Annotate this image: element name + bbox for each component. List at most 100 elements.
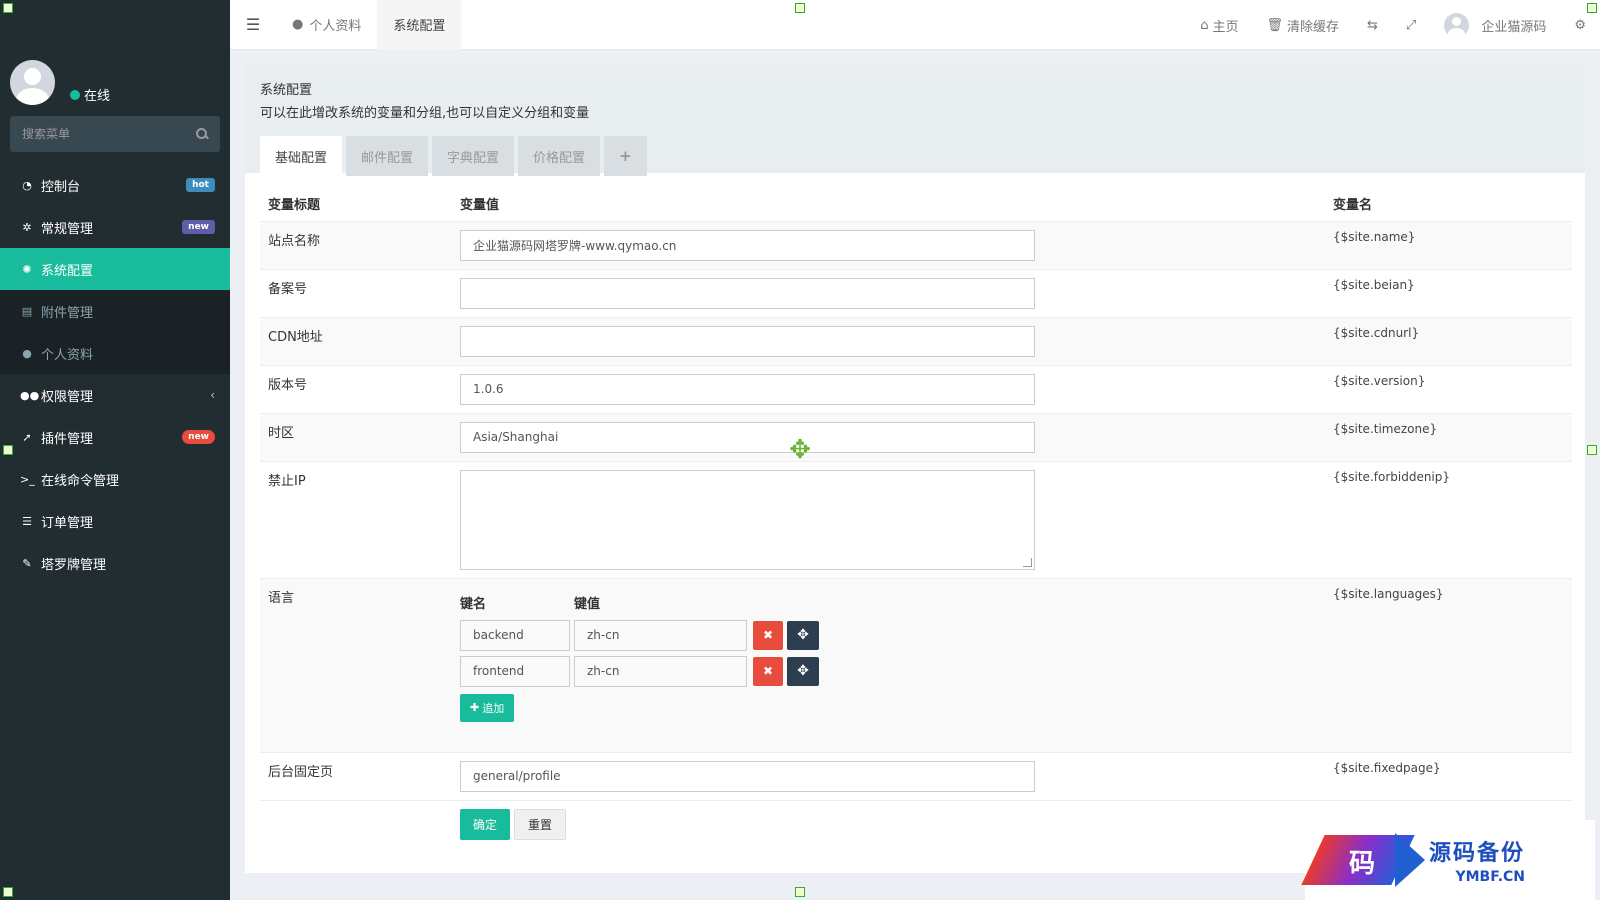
plus-icon: ✚ bbox=[470, 701, 480, 714]
row-title: 时区 bbox=[260, 412, 452, 461]
logo-icon: 码 bbox=[1301, 825, 1425, 895]
column-header-name: 变量名 bbox=[1325, 187, 1572, 222]
delete-row-button[interactable]: ✖ bbox=[753, 620, 783, 650]
tab-dictionary[interactable]: 字典配置 bbox=[432, 136, 515, 176]
avatar bbox=[1444, 12, 1470, 38]
user-menu[interactable]: 企业猫源码 bbox=[1430, 0, 1560, 50]
menu-toggle-icon[interactable]: ☰ bbox=[230, 0, 276, 50]
delete-row-button[interactable]: ✖ bbox=[753, 656, 783, 686]
tab-profile[interactable]: ● 个人资料 bbox=[276, 0, 377, 50]
site-name-input[interactable]: 企业猫源码网塔罗牌-www.qymao.cn bbox=[460, 229, 1035, 261]
row-title: 备案号 bbox=[260, 268, 452, 317]
tab-system-config[interactable]: 系统配置 bbox=[377, 0, 462, 50]
trash-icon: 🗑 bbox=[1266, 17, 1283, 33]
kv-key-input[interactable]: backend bbox=[460, 619, 570, 651]
table-row: 禁止IP {$site.forbiddenip} bbox=[260, 460, 1572, 578]
clear-cache-button[interactable]: 🗑 清除缓存 bbox=[1252, 0, 1353, 50]
sidebar-item-system-config[interactable]: ✺ 系统配置 bbox=[0, 248, 230, 290]
panel-heading: 系统配置 可以在此增改系统的变量和分组,也可以自定义分组和变量 基础配置 邮件配… bbox=[245, 65, 1585, 176]
sidebar-item-auth[interactable]: ●● 权限管理 ‹ bbox=[0, 374, 230, 416]
move-icon: ✥ bbox=[797, 663, 809, 679]
resize-handle[interactable] bbox=[1587, 445, 1597, 455]
language-button[interactable]: ⇆ bbox=[1353, 0, 1392, 50]
fullscreen-icon: ⤢ bbox=[1405, 17, 1417, 33]
close-icon: ✖ bbox=[762, 664, 774, 678]
resize-handle[interactable] bbox=[3, 887, 13, 897]
version-input[interactable]: 1.0.6 bbox=[460, 373, 1035, 405]
online-status: 在线 bbox=[70, 85, 110, 104]
group-icon: ●● bbox=[20, 388, 40, 402]
home-link[interactable]: ⌂ 主页 bbox=[1186, 0, 1252, 50]
table-row: 时区 Asia/Shanghai {$site.timezone} bbox=[260, 412, 1572, 461]
row-varname: {$site.name} bbox=[1325, 220, 1572, 269]
search-icon[interactable] bbox=[196, 128, 208, 140]
beian-input[interactable] bbox=[460, 277, 1035, 309]
home-icon: ⌂ bbox=[1200, 17, 1209, 33]
resize-handle[interactable] bbox=[3, 3, 13, 13]
content-panel: 系统配置 可以在此增改系统的变量和分组,也可以自定义分组和变量 基础配置 邮件配… bbox=[245, 65, 1585, 873]
append-button[interactable]: ✚ 追加 bbox=[460, 693, 515, 722]
gears-icon: ⚙ bbox=[1574, 17, 1586, 33]
pencil-icon: ✎ bbox=[22, 556, 32, 570]
timezone-input[interactable]: Asia/Shanghai bbox=[460, 421, 1035, 453]
forbidden-ip-textarea[interactable] bbox=[460, 469, 1035, 570]
column-header-title: 变量标题 bbox=[260, 187, 452, 222]
sidebar-item-dashboard[interactable]: ◔ 控制台 hot bbox=[0, 164, 230, 206]
sidebar-item-attachment[interactable]: ▤ 附件管理 bbox=[0, 290, 230, 332]
page-description: 可以在此增改系统的变量和分组,也可以自定义分组和变量 bbox=[260, 106, 590, 121]
rocket-icon: ➚ bbox=[22, 430, 32, 444]
move-cursor-icon: ✥ bbox=[789, 435, 811, 465]
topbar: ☰ ● 个人资料 系统配置 ⌂ 主页 🗑 清除缓存 ⇆ ⤢ 企业猫源码 ⚙ bbox=[230, 0, 1600, 50]
avatar bbox=[10, 60, 55, 105]
resize-handle[interactable] bbox=[3, 445, 13, 455]
row-title: 站点名称 bbox=[260, 220, 452, 269]
resize-handle[interactable] bbox=[795, 887, 805, 897]
fixed-page-input[interactable]: general/profile bbox=[460, 760, 1035, 792]
row-title: 禁止IP bbox=[260, 460, 452, 578]
kv-value-input[interactable]: zh-cn bbox=[574, 619, 747, 651]
kv-value-input[interactable]: zh-cn bbox=[574, 655, 747, 687]
sidebar: 在线 ◔ 控制台 hot ✲ 常规管理 new ✺ 系统配置 ▤ 附件管理 ● … bbox=[0, 0, 230, 900]
row-title: 语言 bbox=[260, 577, 452, 752]
add-group-button[interactable]: + bbox=[604, 136, 647, 176]
resize-handle[interactable] bbox=[1587, 3, 1597, 13]
column-header-value: 变量值 bbox=[452, 187, 1325, 222]
language-icon: ⇆ bbox=[1367, 17, 1378, 33]
row-varname: {$site.forbiddenip} bbox=[1325, 460, 1572, 578]
tab-email[interactable]: 邮件配置 bbox=[346, 136, 429, 176]
drag-handle[interactable]: ✥ bbox=[787, 620, 819, 650]
kv-key-input[interactable]: frontend bbox=[460, 655, 570, 687]
config-table: 变量标题 变量值 变量名 站点名称 企业猫源码网塔罗牌-www.qymao.cn… bbox=[260, 187, 1572, 848]
row-varname: {$site.version} bbox=[1325, 364, 1572, 413]
sidebar-search bbox=[10, 116, 220, 152]
file-image-icon: ▤ bbox=[21, 304, 33, 318]
table-row: CDN地址 {$site.cdnurl} bbox=[260, 316, 1572, 365]
row-title: 后台固定页 bbox=[260, 751, 452, 800]
drag-handle[interactable]: ✥ bbox=[787, 656, 819, 686]
reset-button[interactable]: 重置 bbox=[514, 808, 567, 840]
new-badge: new bbox=[182, 430, 215, 444]
tab-basic[interactable]: 基础配置 bbox=[260, 136, 343, 176]
sidebar-item-addon[interactable]: ➚ 插件管理 new bbox=[0, 416, 230, 458]
tab-price[interactable]: 价格配置 bbox=[518, 136, 601, 176]
submit-button[interactable]: 确定 bbox=[460, 808, 511, 840]
dashboard-icon: ◔ bbox=[22, 178, 32, 192]
sidebar-item-tarot[interactable]: ✎ 塔罗牌管理 bbox=[0, 542, 230, 584]
gear-icon: ✺ bbox=[22, 262, 32, 276]
close-icon: ✖ bbox=[762, 628, 774, 642]
sidebar-menu: ◔ 控制台 hot ✲ 常规管理 new ✺ 系统配置 ▤ 附件管理 ● 个人资… bbox=[0, 164, 230, 584]
chevron-left-icon: ‹ bbox=[210, 388, 215, 402]
sidebar-item-order[interactable]: ☰ 订单管理 bbox=[0, 500, 230, 542]
resize-handle[interactable] bbox=[795, 3, 805, 13]
fullscreen-button[interactable]: ⤢ bbox=[1392, 0, 1430, 50]
sidebar-item-profile[interactable]: ● 个人资料 bbox=[0, 332, 230, 374]
table-row: 站点名称 企业猫源码网塔罗牌-www.qymao.cn {$site.name} bbox=[260, 220, 1572, 269]
table-row: 版本号 1.0.6 {$site.version} bbox=[260, 364, 1572, 413]
cogs-icon: ✲ bbox=[22, 220, 32, 234]
search-input[interactable] bbox=[22, 127, 172, 141]
list-icon: ☰ bbox=[22, 514, 32, 528]
sidebar-item-general[interactable]: ✲ 常规管理 new bbox=[0, 206, 230, 248]
cdn-url-input[interactable] bbox=[460, 325, 1035, 357]
kv-row: frontend zh-cn ✖ ✥ bbox=[460, 655, 1317, 687]
sidebar-item-command[interactable]: >_ 在线命令管理 bbox=[0, 458, 230, 500]
